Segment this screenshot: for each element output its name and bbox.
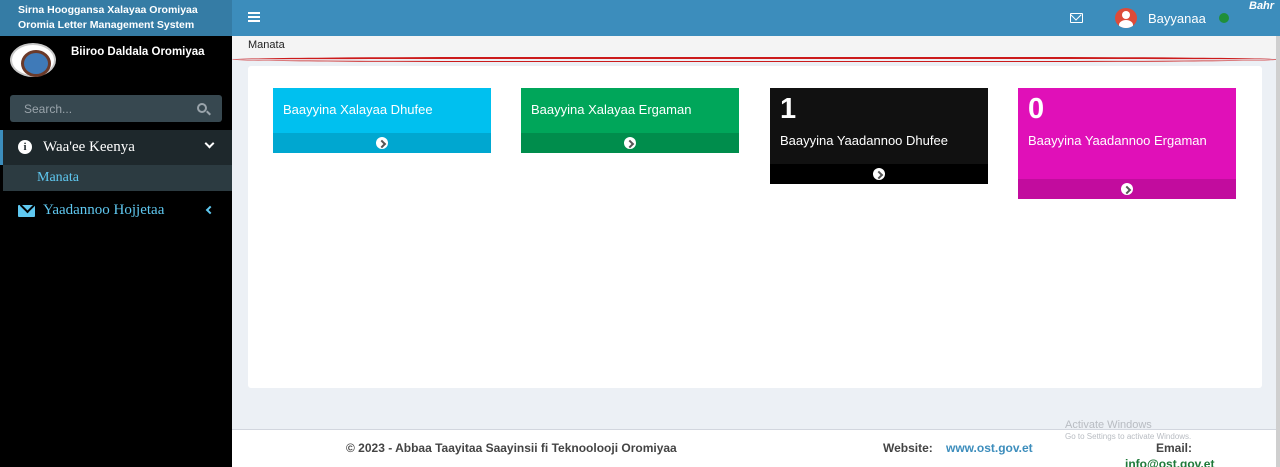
breadcrumb-bar: Manata <box>232 36 1280 58</box>
tile-count: 1 <box>780 93 797 125</box>
tile-footer-link[interactable] <box>770 164 988 184</box>
sidebar-subitem-manata[interactable]: Manata <box>3 165 232 191</box>
search-icon[interactable] <box>197 103 207 113</box>
avatar[interactable] <box>1115 8 1137 28</box>
arrow-circle-right-icon <box>624 137 636 149</box>
tile-title: Baayyina Yaadannoo Ergaman <box>1028 133 1207 148</box>
arrow-circle-right-icon <box>1121 183 1133 195</box>
corner-text: Bahr <box>1249 0 1275 12</box>
tile-letters-received[interactable]: Baayyina Xalayaa Dhufee <box>273 88 491 153</box>
brand-title[interactable]: Sirna Hooggansa Xalayaa Oromiyaa Oromia … <box>0 0 232 36</box>
top-navbar: Bayyanaa Bahr <box>232 0 1280 36</box>
tile-count: 0 <box>1028 93 1045 125</box>
sidebar: Biiroo Daldala Oromiyaa i Waa'ee Keenya … <box>0 36 232 467</box>
header-divider <box>232 57 1280 62</box>
email-label: Email: <box>1156 441 1193 455</box>
brand-line-2: Oromia Letter Management System <box>18 19 195 31</box>
tile-letters-sent[interactable]: Baayyina Xalayaa Ergaman <box>521 88 739 153</box>
organization-name: Biiroo Daldala Oromiyaa <box>71 46 205 58</box>
organization-logo <box>10 43 56 77</box>
sidebar-item-label: Yaadannoo Hojjetaa <box>43 202 165 218</box>
tile-memos-received[interactable]: 1 Baayyina Yaadannoo Dhufee <box>770 88 988 184</box>
breadcrumb: Manata <box>248 39 285 51</box>
scrollbar[interactable] <box>1276 36 1280 467</box>
sidebar-search <box>10 95 222 122</box>
tile-title: Baayyina Yaadannoo Dhufee <box>780 133 948 148</box>
hamburger-menu-icon[interactable] <box>248 12 260 22</box>
sidebar-item-label: Waa'ee Keenya <box>43 139 135 155</box>
envelope-icon <box>18 205 35 217</box>
arrow-circle-right-icon <box>873 168 885 180</box>
tile-footer-link[interactable] <box>1018 179 1236 199</box>
mail-icon[interactable] <box>1070 13 1083 23</box>
activate-windows-subtitle: Go to Settings to activate Windows. <box>1065 432 1192 441</box>
tile-title: Baayyina Xalayaa Dhufee <box>283 102 433 117</box>
tile-title: Baayyina Xalayaa Ergaman <box>531 102 692 117</box>
arrow-circle-right-icon <box>376 137 388 149</box>
tile-memos-sent[interactable]: 0 Baayyina Yaadannoo Ergaman <box>1018 88 1236 199</box>
activate-windows-title: Activate Windows <box>1065 419 1152 431</box>
website-link[interactable]: www.ost.gov.et <box>946 441 1033 455</box>
info-icon: i <box>18 140 32 154</box>
website-label: Website: <box>883 441 933 455</box>
sidebar-subitem-label: Manata <box>37 170 79 185</box>
user-name[interactable]: Bayyanaa <box>1148 11 1206 26</box>
brand-line-1: Sirna Hooggansa Xalayaa Oromiyaa <box>18 4 198 16</box>
sidebar-item-waaee-keenya[interactable]: i Waa'ee Keenya <box>0 130 232 165</box>
search-input[interactable] <box>10 95 190 122</box>
tile-footer-link[interactable] <box>273 133 491 153</box>
tile-footer-link[interactable] <box>521 133 739 153</box>
online-status-dot <box>1219 13 1229 23</box>
sidebar-item-yaadannoo-hojjetaa[interactable]: Yaadannoo Hojjetaa <box>0 196 232 226</box>
email-link[interactable]: info@ost.gov.et <box>1125 457 1214 467</box>
chevron-left-icon <box>205 205 215 215</box>
chevron-down-icon <box>204 138 215 149</box>
copyright-text: © 2023 - Abbaa Taayitaa Saayinsii fi Tek… <box>346 441 677 455</box>
